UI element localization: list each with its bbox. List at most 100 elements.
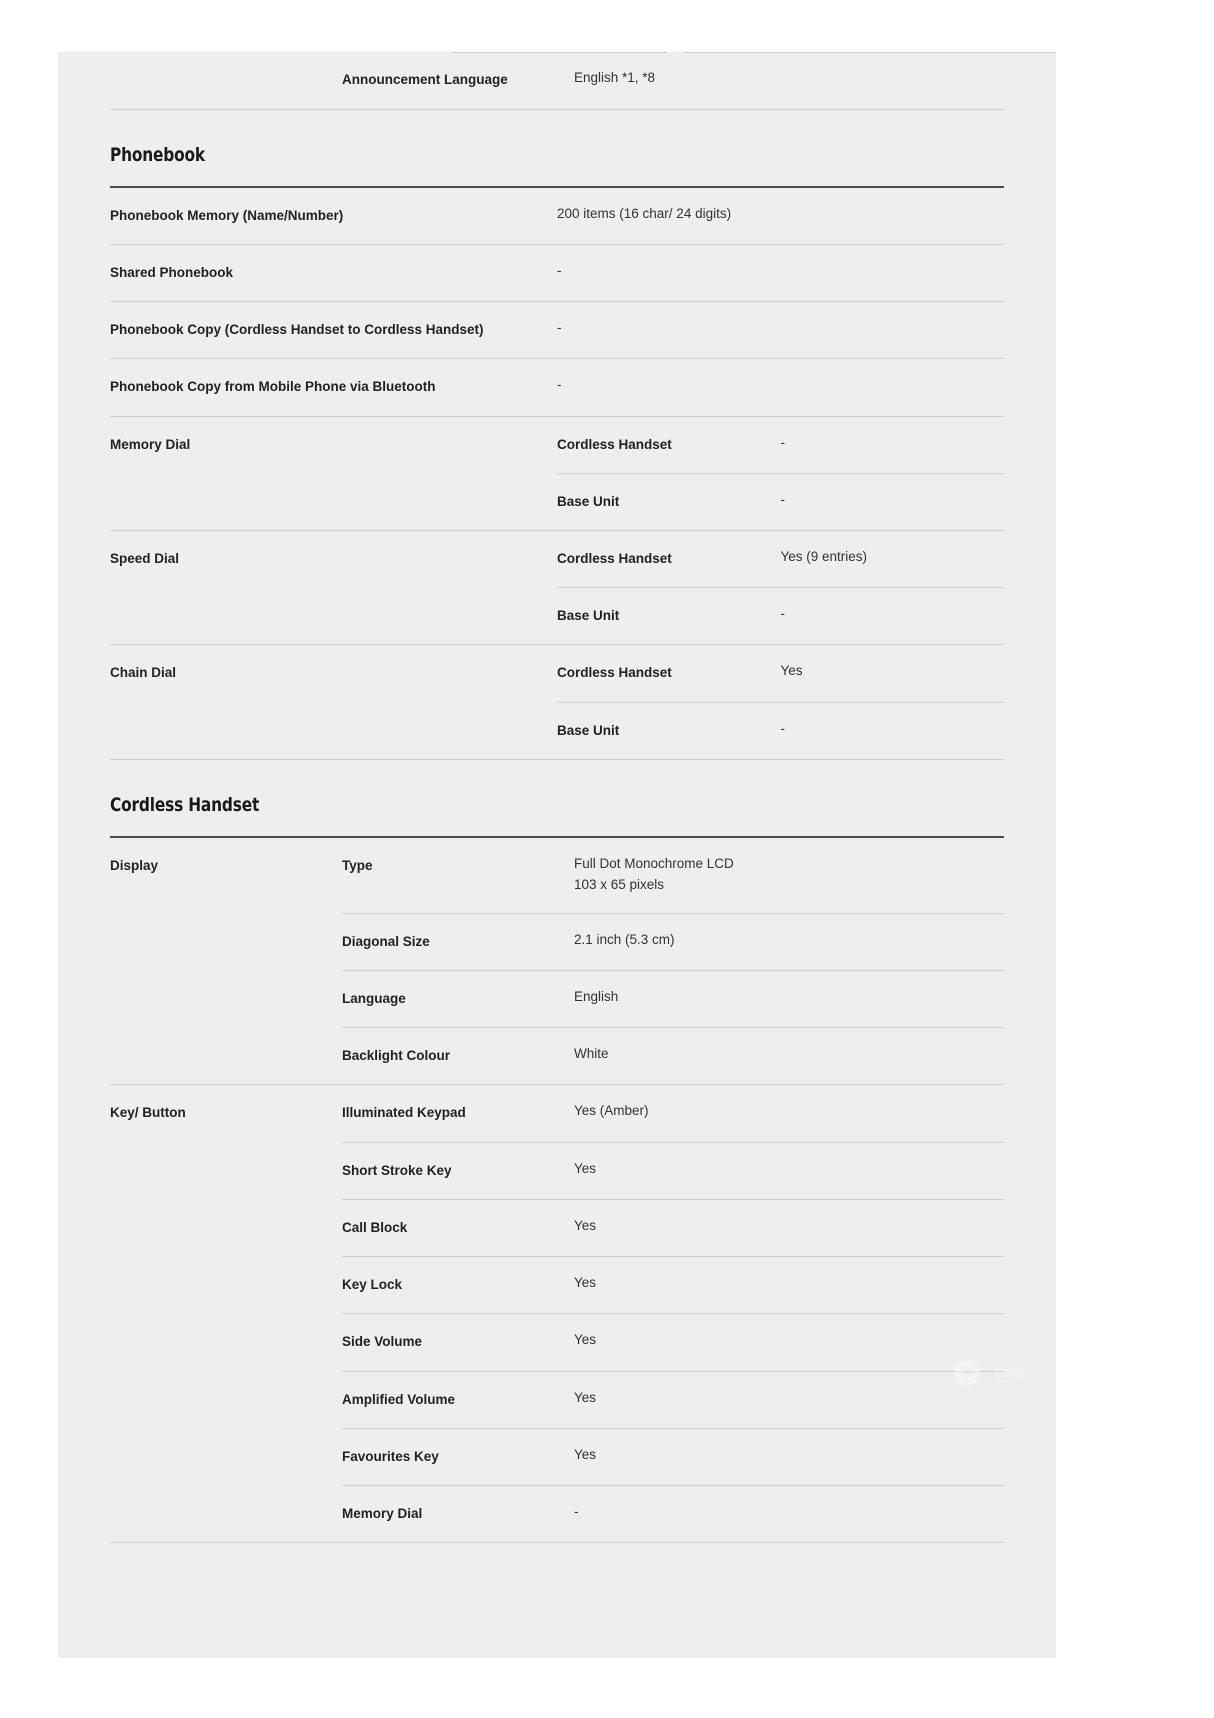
- table-row: Phonebook Copy from Mobile Phone via Blu…: [110, 358, 1004, 417]
- row-category-label: Memory Dial: [110, 436, 191, 452]
- chat-widget[interactable]: Chat: [954, 1360, 1024, 1386]
- row-category-label: [110, 1314, 342, 1371]
- row-value: Yes: [780, 644, 1004, 703]
- table-row: Memory Dial Cordless Handset -: [110, 416, 1004, 474]
- row-sub-label: Base Unit: [557, 473, 781, 532]
- row-value: Yes: [574, 1371, 1004, 1429]
- table-row: Speed Dial Cordless Handset Yes (9 entries…: [110, 530, 1004, 589]
- table-row: Shared Phonebook -: [110, 244, 1004, 303]
- table-row: Chain Dial Cordless Handset Yes: [110, 644, 1004, 703]
- row-value: White: [574, 1027, 1004, 1086]
- row-sub-label: Memory Dial: [342, 1485, 574, 1544]
- sections-root: Phonebook Phonebook Memory (Name/Number) 2…: [110, 110, 1004, 1544]
- row-value: -: [780, 702, 1004, 760]
- section-heading: Cordless Handset: [110, 793, 260, 816]
- row-category-label: Phonebook Memory (Name/Number): [110, 187, 557, 245]
- row-category-label: [110, 473, 557, 532]
- row-category-label: [110, 913, 342, 970]
- row-sub-label: Base Unit: [557, 587, 781, 646]
- row-value-announcement-language: English *1, *8: [574, 70, 656, 85]
- row-category-label: [110, 1199, 342, 1256]
- row-col1-empty: [110, 52, 342, 108]
- row-category-label: [110, 1257, 342, 1314]
- table-row: Favourites Key Yes: [110, 1428, 1004, 1486]
- table-row: Announcement Language English *1, *8: [110, 52, 1004, 108]
- row-category-label: Chain Dial: [110, 665, 177, 681]
- row-value: Yes: [574, 1142, 1004, 1200]
- row-sub-label: Favourites Key: [342, 1428, 574, 1486]
- row-sub-label: Cordless Handset: [557, 416, 781, 474]
- specification-table: Display Type Full Dot Monochrome LCD 103 x …: [110, 837, 1004, 1544]
- row-category-label: [110, 702, 557, 760]
- row-value: -: [780, 416, 1004, 474]
- row-sub-label: Diagonal Size: [342, 913, 574, 971]
- table-row: Base Unit -: [110, 587, 1004, 646]
- row-value: English: [574, 970, 1004, 1029]
- row-value: -: [574, 1485, 1004, 1544]
- table-row: Phonebook Copy (Cordless Handset to Cord…: [110, 301, 1004, 360]
- row-category-label: Phonebook Copy (Cordless Handset to Cord…: [110, 301, 557, 360]
- row-category-label: Key/ Button: [110, 1105, 186, 1121]
- top-rule-col2: [451, 52, 667, 53]
- row-category-label: Phonebook Copy from Mobile Phone via Blu…: [110, 358, 557, 417]
- table-row: Language English: [110, 970, 1004, 1029]
- row-sub-label: Amplified Volume: [342, 1371, 574, 1429]
- row-category-label: Display: [110, 857, 159, 873]
- table-row: Base Unit -: [110, 702, 1004, 760]
- row-category-label: [110, 1485, 342, 1544]
- table-row: Memory Dial -: [110, 1485, 1004, 1544]
- row-sub-label: Type: [342, 837, 574, 914]
- row-category-label: [110, 1142, 342, 1199]
- row-category-label: [110, 1371, 342, 1428]
- row-category-label: [110, 1428, 342, 1485]
- row-value: -: [780, 473, 1004, 532]
- row-category-label: [110, 1027, 342, 1086]
- row-value-line: 103 x 65 pixels: [574, 876, 665, 892]
- row-sub-label: Call Block: [342, 1199, 574, 1258]
- row-value: Yes (Amber): [574, 1084, 1004, 1143]
- table-row: Phonebook Memory (Name/Number) 200 items …: [110, 187, 1004, 245]
- row-sub-label: Cordless Handset: [557, 530, 781, 589]
- row-sub-label: Cordless Handset: [557, 644, 781, 703]
- row-value: Yes: [574, 1428, 1004, 1486]
- row-value: 2.1 inch (5.3 cm): [574, 913, 1004, 971]
- row-label-announcement-language: Announcement Language: [342, 72, 508, 87]
- row-sub-label: Language: [342, 970, 574, 1029]
- table-row: Short Stroke Key Yes: [110, 1142, 1004, 1200]
- row-value: Yes: [574, 1199, 1004, 1258]
- row-value: Yes: [574, 1313, 1004, 1372]
- table-row: Base Unit -: [110, 473, 1004, 532]
- row-sub-label: Side Volume: [342, 1313, 574, 1372]
- table-row: Key Lock Yes: [110, 1256, 1004, 1315]
- row-sub-label: Base Unit: [557, 702, 781, 760]
- table-row: Amplified Volume Yes: [110, 1371, 1004, 1429]
- row-value: Yes (9 entries): [780, 530, 1004, 589]
- row-category-label: [110, 587, 557, 646]
- row-value-line: Full Dot Monochrome LCD: [574, 855, 734, 871]
- row-sub-label: Backlight Colour: [342, 1027, 574, 1086]
- row-sub-label: Illuminated Keypad: [342, 1084, 574, 1143]
- row-value: -: [557, 301, 1004, 360]
- specification-table: Phonebook Memory (Name/Number) 200 items …: [110, 187, 1004, 760]
- row-value: 200 items (16 char/ 24 digits): [557, 187, 1004, 245]
- row-sub-label: Key Lock: [342, 1256, 574, 1315]
- row-value: -: [557, 244, 1004, 303]
- specification-panel: Announcement Language English *1, *8 Pho…: [58, 52, 1056, 1658]
- row-sub-label: Short Stroke Key: [342, 1142, 574, 1200]
- row-value: Yes: [574, 1256, 1004, 1315]
- table-row: Key/ Button Illuminated Keypad Yes (Amber): [110, 1084, 1004, 1143]
- table-row: Diagonal Size 2.1 inch (5.3 cm): [110, 913, 1004, 971]
- row-value: -: [780, 587, 1004, 646]
- table-row: Display Type Full Dot Monochrome LCD 103 x …: [110, 837, 1004, 914]
- row-category-label: [110, 970, 342, 1027]
- chat-bubble-icon[interactable]: [954, 1360, 981, 1386]
- row-category-label: Shared Phonebook: [110, 244, 557, 303]
- chat-label[interactable]: Chat: [994, 1365, 1024, 1381]
- specification-content: Announcement Language English *1, *8 Pho…: [58, 52, 1056, 1544]
- top-partial-table: Announcement Language English *1, *8: [110, 52, 1004, 110]
- row-value: -: [557, 358, 1004, 417]
- table-row: Call Block Yes: [110, 1199, 1004, 1258]
- table-row: Backlight Colour White: [110, 1027, 1004, 1086]
- section-heading: Phonebook: [110, 143, 205, 166]
- top-rule-col3: [683, 52, 1056, 53]
